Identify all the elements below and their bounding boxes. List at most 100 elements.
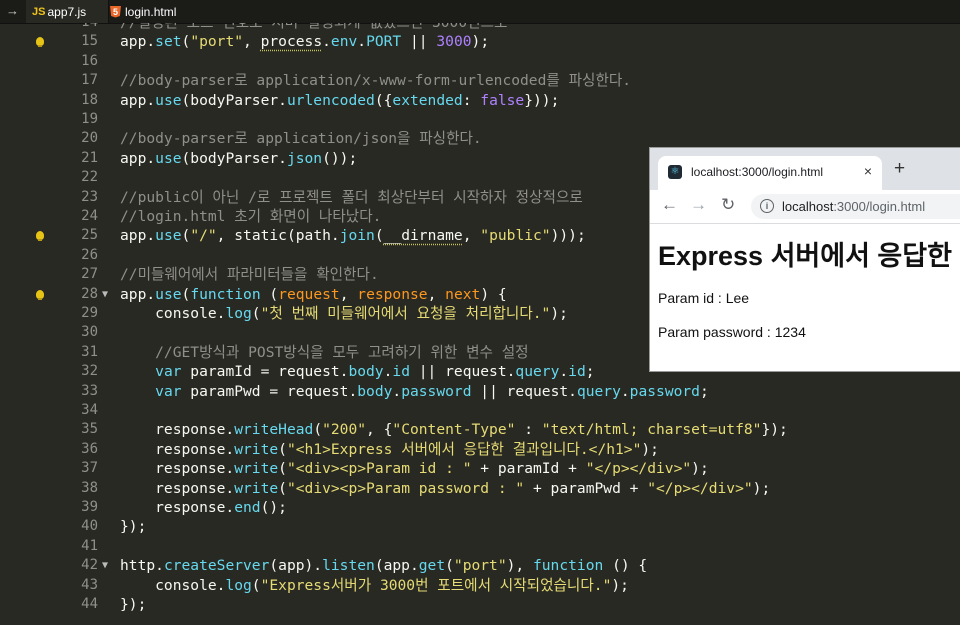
code-token: || [401,33,437,51]
line-number: 29 [81,305,98,321]
code-token: ( [278,460,287,478]
tab-login-html[interactable]: 5 login.html [104,0,206,23]
code-token: app. [120,227,156,245]
code-line[interactable]: 18 app.use(bodyParser.urlencoded({extende… [0,91,960,110]
code-token: //body-parser로 application/json을 파싱한다. [120,130,482,148]
code-token: write [234,460,279,478]
close-tab-icon[interactable]: × [864,163,872,179]
line-number: 38 [81,479,98,496]
code-text: console.log("첫 번째 미들웨어에서 요청을 처리합니다."); [120,304,568,323]
fold-arrow-icon[interactable]: ▼ [102,556,108,575]
code-token: + paramPwd + [524,479,648,497]
forward-arrow-icon[interactable]: → [690,195,707,215]
code-token: json [286,149,323,167]
code-token: "Content-Type" [392,421,516,439]
line-number: 41 [81,537,98,554]
code-token: ()); [322,149,358,167]
code-token: }); [761,421,788,439]
code-text: //body-parser로 application/json을 파싱한다. [120,129,482,148]
lightbulb-icon[interactable] [36,289,44,300]
code-token: . [620,382,630,400]
line-number: 23 [81,188,98,205]
code-text: response.end(); [120,498,287,517]
code-token: ); [611,576,629,594]
code-token: password [401,382,472,400]
code-token: response. [120,479,235,497]
info-icon[interactable]: i [760,199,774,213]
code-line[interactable]: 36 response.write("<h1>Express 서버에서 응답한 … [0,440,960,459]
code-line[interactable]: 17 //body-parser로 application/x-www-form-… [0,71,960,90]
code-text: response.write("<div><p>Param id : " + p… [120,459,709,478]
code-token: next [445,285,481,303]
code-token: use [155,227,182,245]
arrow-right-icon[interactable]: → [6,3,19,18]
code-line[interactable]: 44}); [0,595,960,614]
line-number: 36 [81,440,98,457]
new-tab-button[interactable]: + [894,158,905,180]
code-line[interactable]: 38 response.write("<div><p>Param passwor… [0,479,960,498]
fold-arrow-icon[interactable]: ▼ [102,285,108,304]
code-line[interactable]: 20 //body-parser로 application/json을 파싱한다. [0,129,960,148]
line-number: 17 [81,72,98,89]
code-line[interactable]: 16 [0,52,960,71]
lightbulb-icon[interactable] [36,37,44,48]
code-token: ); [550,305,568,322]
code-text: response.write("<h1>Express 서버에서 응답한 결과입… [120,440,659,459]
code-token: set [155,33,182,51]
line-number: 33 [81,382,98,399]
code-token: query [515,363,560,381]
code-token: || request. [409,363,516,381]
code-token: write [234,479,279,497]
code-token: //login.html 초기 화면이 나타났다. [120,208,382,225]
browser-toolbar: ← → ↻ i localhost:3000/login.html [650,190,960,224]
code-text: //public이 아닌 /로 프로젝트 폴더 최상단부터 시작하자 정상적으로 [120,188,583,207]
code-line[interactable]: 14 //설정된 포트 번호로 서버 실행되게 없었으면 3000번으로 [0,23,960,32]
code-line[interactable]: 33 var paramPwd = request.body.password … [0,382,960,401]
lightbulb-icon[interactable] [36,231,44,242]
back-arrow-icon[interactable]: ← [661,195,678,215]
code-token: env [330,33,358,51]
code-token: ))); [550,227,586,245]
html-file-icon: 5 [110,5,121,18]
code-line[interactable]: 19 [0,110,960,129]
tab-app7-js[interactable]: JS app7.js [26,0,109,23]
code-line[interactable]: 41 [0,537,960,556]
code-token: log [225,305,252,322]
code-line[interactable]: 34 [0,401,960,420]
code-token: ); [471,33,490,51]
code-line[interactable]: 35 response.writeHead("200", {"Content-T… [0,420,960,439]
url-text[interactable]: localhost:3000/login.html [782,199,925,214]
code-token: "Express서버가 3000번 포트에서 시작되었습니다." [260,576,612,594]
code-token: listen [322,557,375,575]
line-number: 26 [81,246,98,263]
line-number: 24 [81,208,98,224]
code-token: + paramId + [471,460,586,478]
code-line[interactable]: 43 console.log("Express서버가 3000번 포트에서 시작… [0,576,960,595]
code-token: console. [120,305,226,322]
code-line[interactable]: 42 ▼ http.createServer(app).listen(app.get… [0,556,960,575]
code-line[interactable]: 40}); [0,517,960,536]
code-token: , [339,285,358,303]
line-number: 18 [81,91,98,108]
address-bar[interactable]: i localhost:3000/login.html [751,194,960,219]
code-line[interactable]: 15 app.set("port", process.env.PORT || 30… [0,32,960,51]
code-line[interactable]: 39 response.end(); [0,498,960,517]
browser-tab[interactable]: ⚛ localhost:3000/login.html × [658,156,882,190]
reload-icon[interactable]: ↻ [721,195,735,215]
code-token: //public이 아닌 /로 프로젝트 폴더 최상단부터 시작하자 정상적으로 [120,188,583,206]
browser-window: ⚛ localhost:3000/login.html × + ← → ↻ i … [649,147,960,372]
line-number: 37 [81,460,98,477]
code-token: "public" [480,227,551,245]
code-token: ( [313,421,323,439]
code-token: query [576,382,621,400]
code-token: "text/html; charset=utf8" [541,421,762,439]
line-number: 25 [81,227,98,244]
code-text: //body-parser로 application/x-www-form-ur… [120,71,631,90]
code-token: , static(path. [216,227,340,245]
code-token: http. [120,557,164,575]
param-id-text: Param id : Lee [658,290,750,306]
line-number: 15 [81,33,98,50]
code-token: (); [260,499,287,516]
code-line[interactable]: 37 response.write("<div><p>Param id : " … [0,459,960,478]
